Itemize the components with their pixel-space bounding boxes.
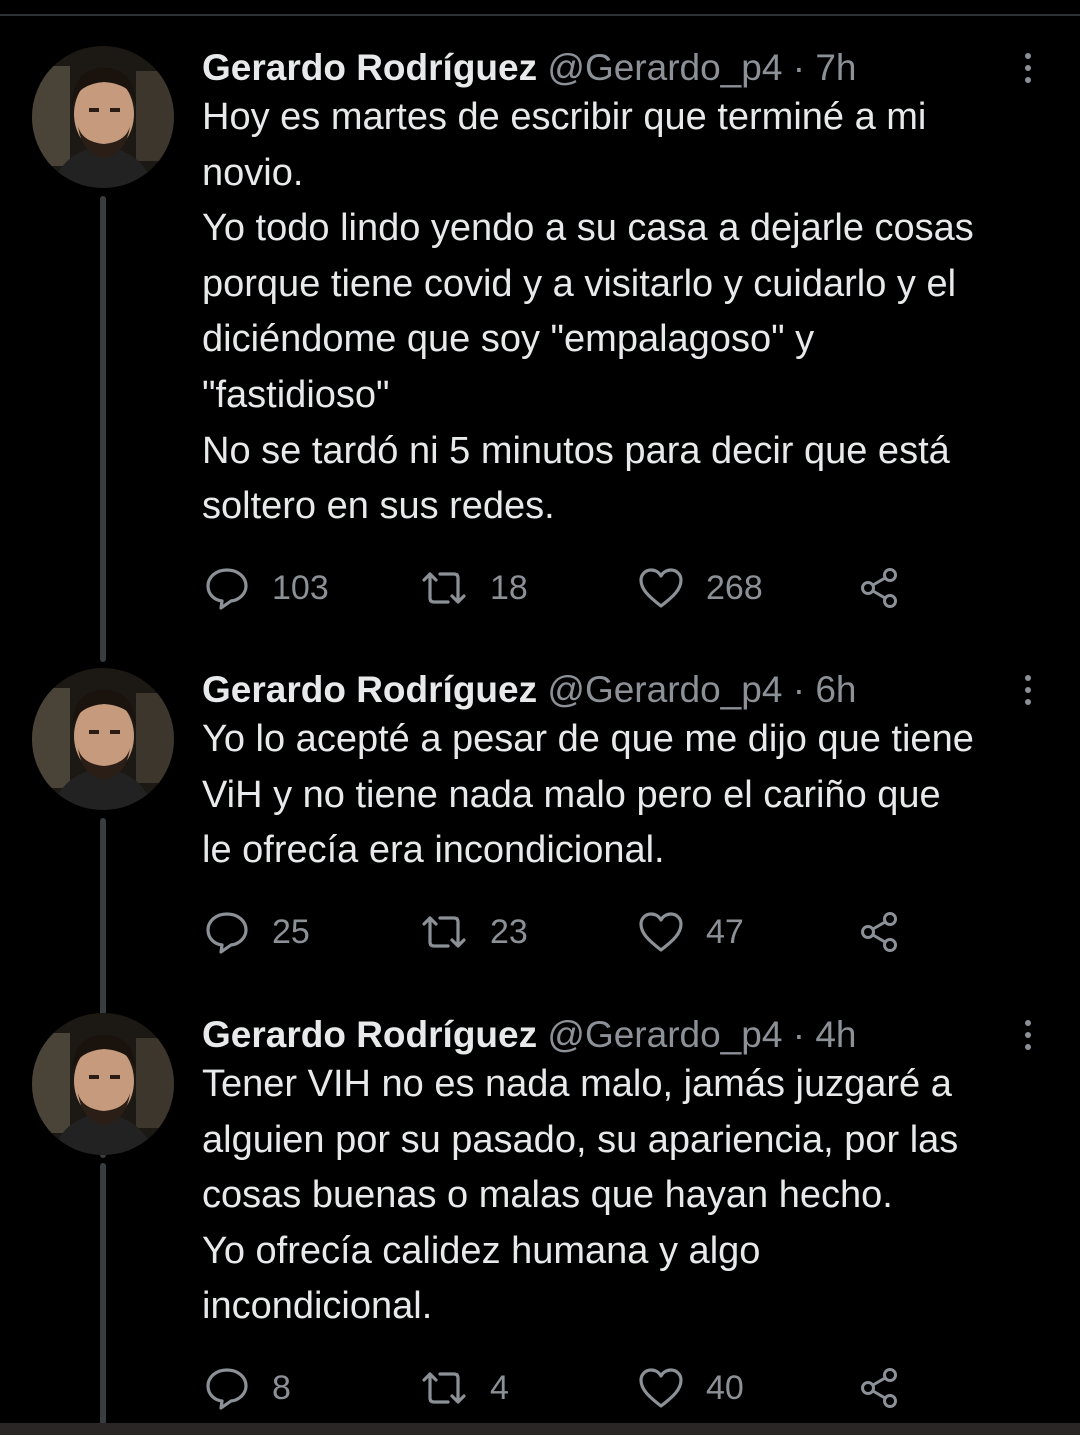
action-bar: 25 23 47 (0, 907, 1080, 957)
author-handle[interactable]: @Gerardo_p4 (547, 1014, 782, 1055)
more-vertical-icon[interactable] (1010, 50, 1046, 86)
timestamp[interactable]: 7h (815, 47, 856, 88)
like-button[interactable]: 268 (638, 563, 763, 613)
tweet-text: Tener VIH no es nada malo, jamás juzgaré… (202, 1063, 959, 1328)
avatar[interactable] (32, 46, 174, 188)
share-button[interactable] (856, 907, 902, 957)
tweet-header: Gerardo Rodríguez @Gerardo_p4 · 6h (202, 668, 856, 712)
like-count: 40 (706, 1368, 744, 1407)
tweet-text: Yo lo acepté a pesar de que me dijo que … (202, 718, 974, 872)
avatar[interactable] (32, 668, 174, 810)
like-button[interactable]: 40 (638, 1363, 744, 1413)
more-vertical-icon[interactable] (1010, 672, 1046, 708)
reply-count: 103 (272, 568, 329, 607)
share-button[interactable] (856, 1363, 902, 1413)
action-bar: 8 4 40 (0, 1363, 1080, 1413)
retweet-count: 18 (490, 568, 528, 607)
avatar-photo (32, 668, 174, 810)
author-name[interactable]: Gerardo Rodríguez (202, 47, 537, 88)
heart-icon (639, 1368, 683, 1408)
retweet-count: 4 (490, 1368, 509, 1407)
separator-dot: · (792, 1014, 806, 1055)
reply-count: 25 (272, 912, 310, 951)
like-button[interactable]: 47 (638, 907, 744, 957)
share-icon (861, 1368, 897, 1408)
retweet-button[interactable]: 4 (420, 1363, 509, 1413)
retweet-button[interactable]: 23 (420, 907, 528, 957)
tweet-text: Hoy es martes de escribir que terminé a … (202, 96, 974, 528)
reply-button[interactable]: 8 (204, 1363, 291, 1413)
separator-dot: · (792, 47, 806, 88)
action-bar: 103 18 268 (0, 563, 1080, 613)
share-icon (861, 912, 897, 952)
share-icon (861, 568, 897, 608)
avatar[interactable] (32, 1013, 174, 1155)
more-vertical-icon[interactable] (1010, 1017, 1046, 1053)
tweet-header: Gerardo Rodríguez @Gerardo_p4 · 7h (202, 46, 856, 90)
avatar-photo (32, 46, 174, 188)
reply-button[interactable]: 103 (204, 563, 329, 613)
reply-button[interactable]: 25 (204, 907, 310, 957)
like-count: 268 (706, 568, 763, 607)
reply-bubble-icon (206, 568, 248, 610)
author-handle[interactable]: @Gerardo_p4 (547, 669, 782, 710)
retweet-icon (422, 916, 466, 948)
avatar-photo (32, 1013, 174, 1155)
reply-bubble-icon (206, 1368, 248, 1410)
separator-dot: · (792, 669, 806, 710)
heart-icon (639, 568, 683, 608)
reply-bubble-icon (206, 912, 248, 954)
top-divider (0, 0, 1080, 16)
retweet-button[interactable]: 18 (420, 563, 528, 613)
author-handle[interactable]: @Gerardo_p4 (547, 47, 782, 88)
author-name[interactable]: Gerardo Rodríguez (202, 669, 537, 710)
retweet-count: 23 (490, 912, 528, 951)
bottom-bar (0, 1423, 1080, 1435)
timestamp[interactable]: 4h (815, 1014, 856, 1055)
reply-count: 8 (272, 1368, 291, 1407)
timestamp[interactable]: 6h (815, 669, 856, 710)
like-count: 47 (706, 912, 744, 951)
retweet-icon (422, 572, 466, 604)
author-name[interactable]: Gerardo Rodríguez (202, 1014, 537, 1055)
tweet-header: Gerardo Rodríguez @Gerardo_p4 · 4h (202, 1013, 856, 1057)
retweet-icon (422, 1372, 466, 1404)
heart-icon (639, 912, 683, 952)
share-button[interactable] (856, 563, 902, 613)
